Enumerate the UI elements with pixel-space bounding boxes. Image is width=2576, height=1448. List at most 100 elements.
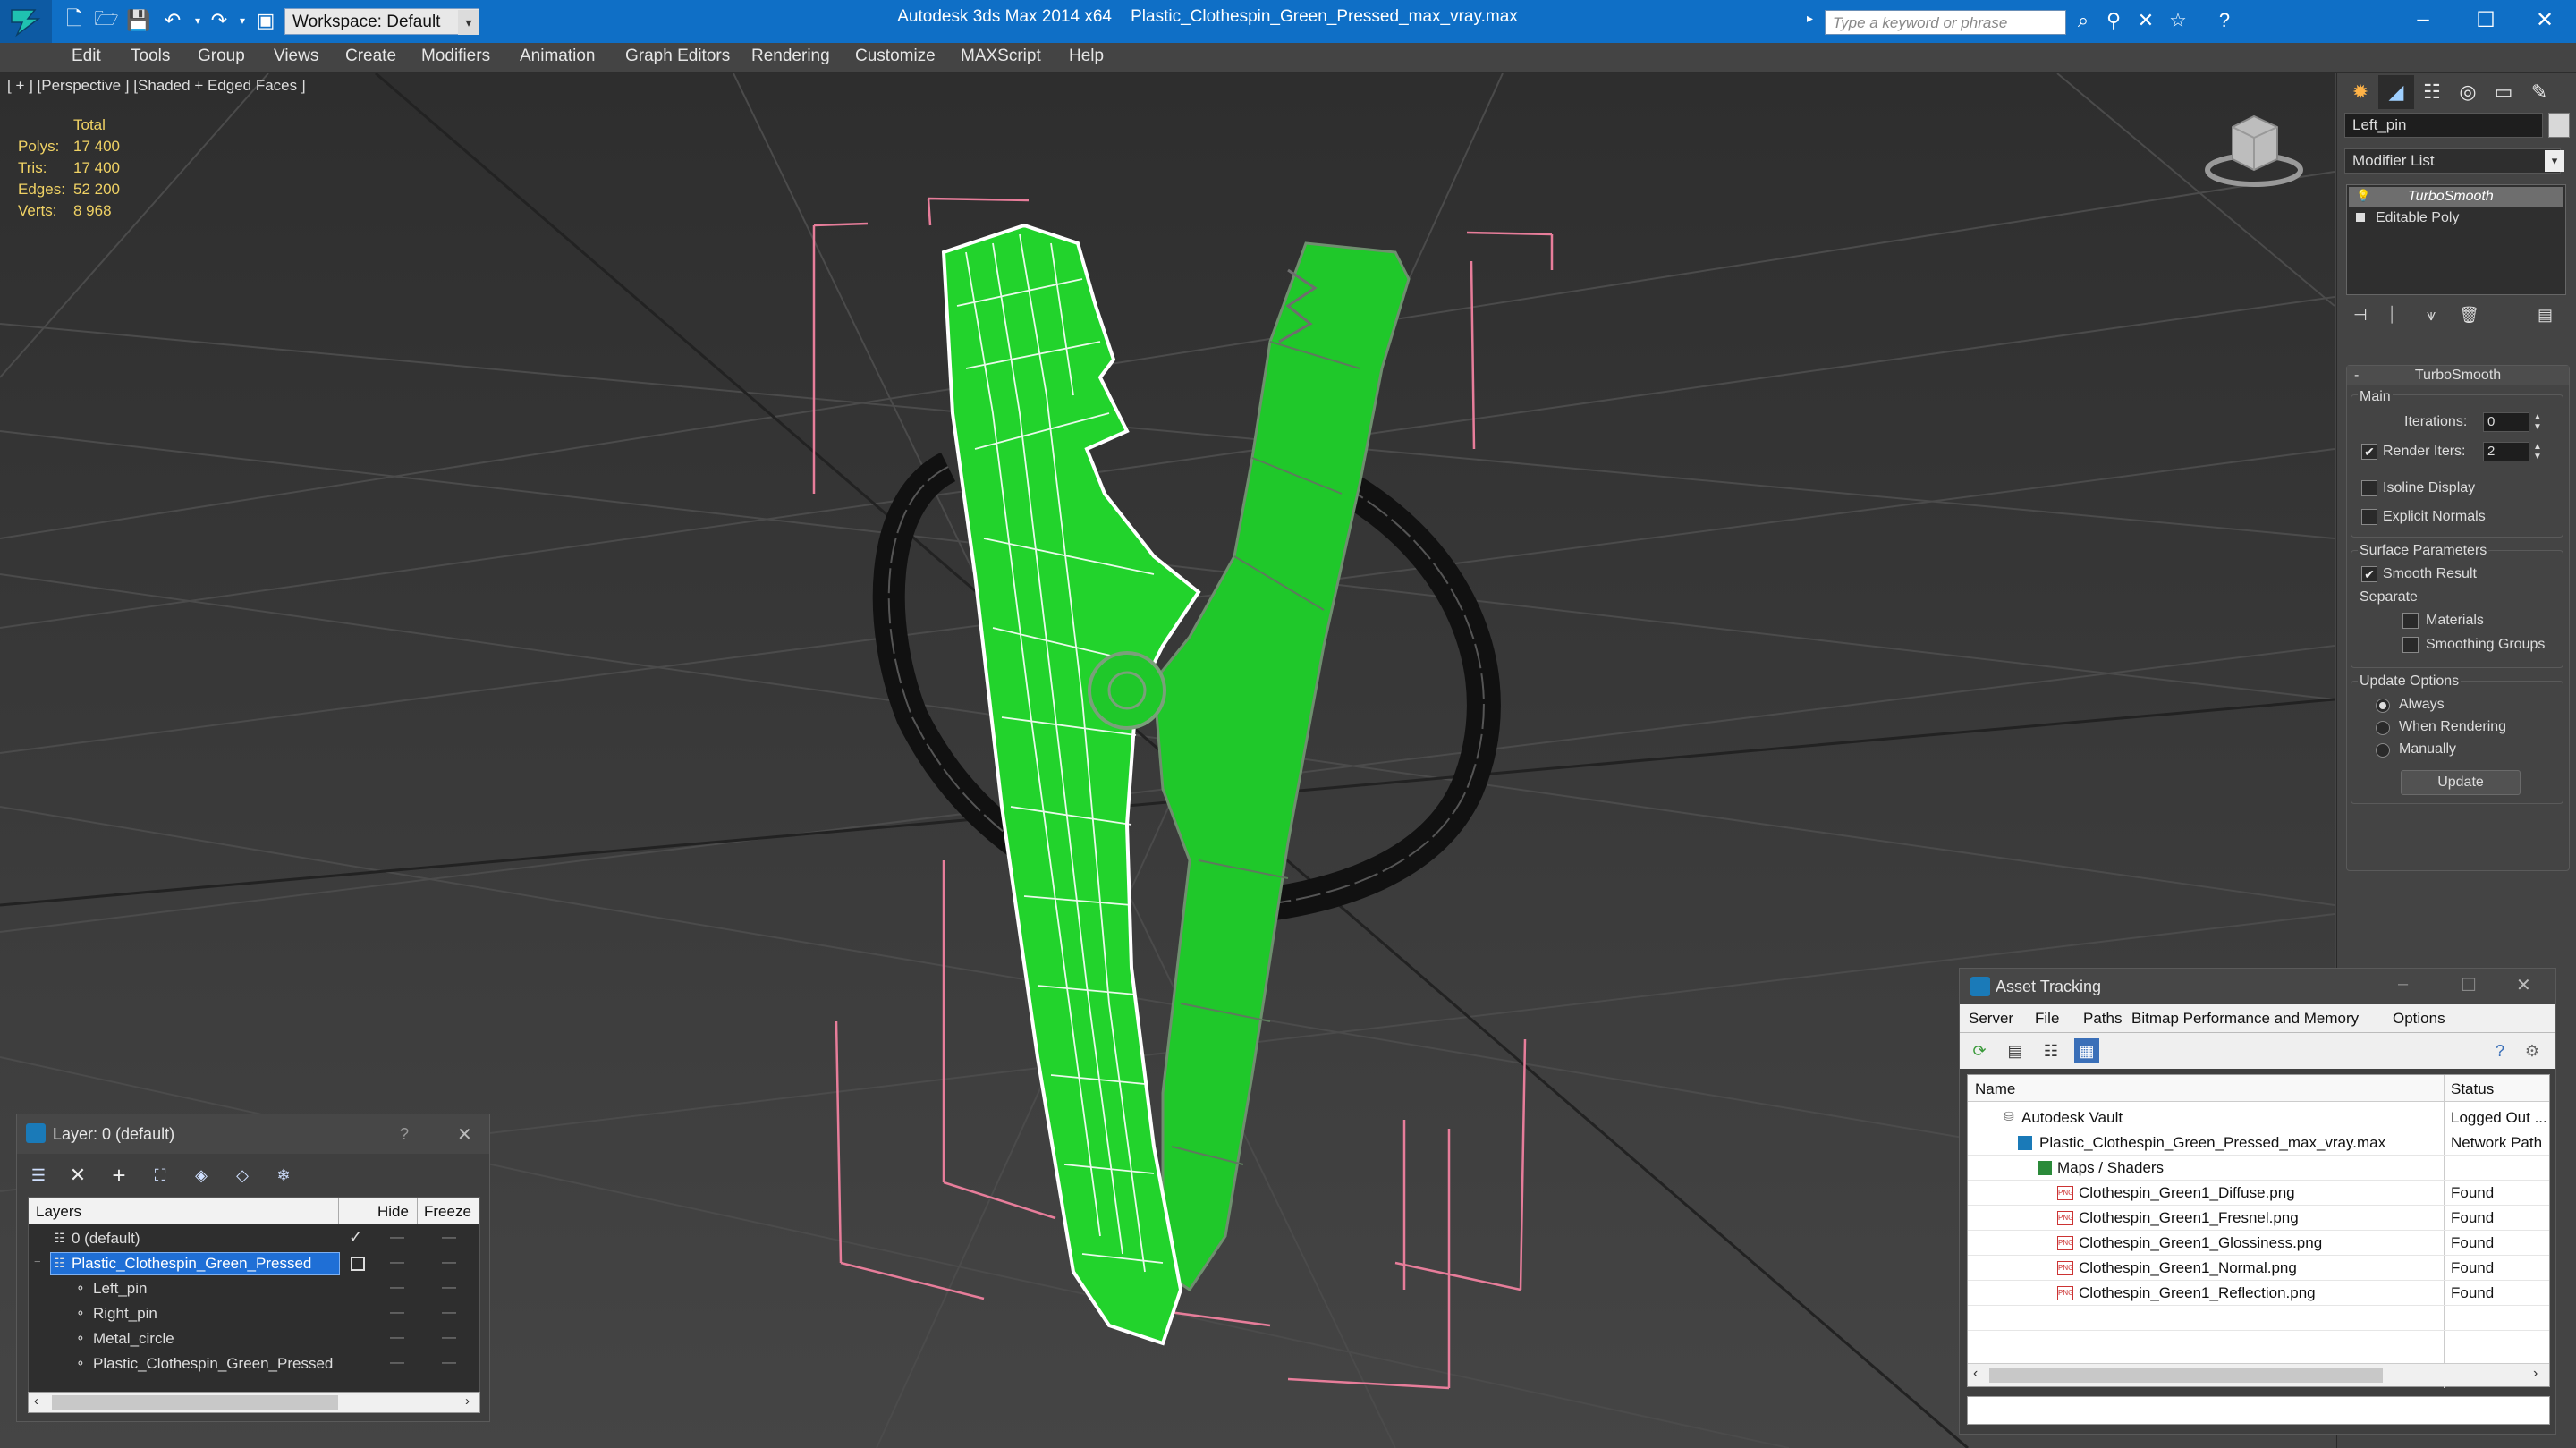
configure-sets-icon[interactable]: ▤ (2538, 306, 2553, 325)
menu-maxscript[interactable]: MAXScript (961, 47, 1041, 70)
search-expand-icon[interactable]: ▸ (1807, 11, 1823, 34)
maximize-icon[interactable]: ☐ (2461, 974, 2477, 996)
freeze-toggle[interactable]: — (442, 1305, 456, 1321)
asset-path-field[interactable] (1967, 1396, 2550, 1425)
menu-bitmap-performance[interactable]: Bitmap Performance and Memory (2131, 1010, 2359, 1028)
menu-rendering[interactable]: Rendering (751, 47, 830, 70)
menu-tools[interactable]: Tools (131, 47, 170, 70)
minimize-icon[interactable]: – (2392, 0, 2454, 39)
horizontal-scrollbar[interactable]: ‹ › (1968, 1363, 2549, 1386)
stack-item-turbosmooth[interactable]: 💡 TurboSmooth (2349, 187, 2563, 207)
utilities-tab-icon[interactable]: ✎ (2521, 75, 2557, 109)
freeze-toggle[interactable]: — (442, 1230, 456, 1246)
open-file-icon[interactable]: 🗁 (94, 7, 118, 32)
asset-dialog-titlebar[interactable]: Asset Tracking – ☐ ✕ (1960, 969, 2555, 1004)
freeze-all-icon[interactable]: ❄ (271, 1163, 296, 1188)
table-row[interactable]: PNG Clothespin_Green1_Diffuse.png Found (1968, 1181, 2549, 1206)
new-file-icon[interactable]: 🗋 (63, 7, 86, 32)
spinner-arrows-icon[interactable]: ▲ ▼ (2533, 412, 2542, 432)
help-icon[interactable]: ? (400, 1125, 409, 1144)
layer-dialog-titlebar[interactable]: Layer: 0 (default) ? ✕ (17, 1114, 489, 1154)
viewport-label[interactable]: [ + ] [Perspective ] [Shaded + Edged Fac… (7, 77, 306, 95)
favorites-star-icon[interactable]: ☆ (2166, 9, 2190, 32)
spinner-arrows-icon[interactable]: ▲ ▼ (2533, 442, 2542, 461)
render-iters-checkbox[interactable]: ✔ (2361, 444, 2377, 460)
col-hide[interactable]: Hide (377, 1203, 409, 1221)
refresh-icon[interactable]: ⟳ (1967, 1038, 1992, 1063)
close-icon[interactable]: ✕ (457, 1123, 472, 1146)
scrollbar-thumb[interactable] (52, 1395, 338, 1410)
freeze-toggle[interactable]: — (442, 1355, 456, 1371)
explicit-normals-checkbox[interactable] (2361, 509, 2377, 525)
modifier-list-dropdown[interactable]: Modifier List (2344, 148, 2561, 174)
table-view-icon[interactable]: ▦ (2074, 1038, 2099, 1063)
scroll-left-icon[interactable]: ‹ (34, 1393, 38, 1409)
col-status[interactable]: Status (2451, 1080, 2494, 1098)
collapse-icon[interactable]: − (34, 1255, 41, 1268)
create-layer-icon[interactable]: ☰ (26, 1163, 51, 1188)
chevron-down-icon[interactable]: ▾ (2545, 150, 2564, 172)
freeze-toggle[interactable]: — (442, 1280, 456, 1296)
iterations-spinner[interactable]: 0 (2483, 412, 2529, 432)
hierarchy-tab-icon[interactable]: ☷ (2414, 75, 2450, 109)
menu-file[interactable]: File (2035, 1010, 2059, 1028)
menu-create[interactable]: Create (345, 47, 396, 70)
motion-tab-icon[interactable]: ◎ (2450, 75, 2486, 109)
list-view-icon[interactable]: ▤ (2003, 1038, 2028, 1063)
render-iters-spinner[interactable]: 2 (2483, 442, 2529, 461)
list-item[interactable]: ⚬ Left_pin — — (29, 1276, 479, 1301)
list-item[interactable]: ☷ 0 (default) ✓ — — (29, 1226, 479, 1251)
display-tab-icon[interactable]: ▭ (2486, 75, 2521, 109)
add-to-layer-icon[interactable]: + (106, 1162, 131, 1189)
freeze-toggle[interactable]: — (442, 1330, 456, 1346)
help-icon[interactable]: ? (2487, 1038, 2512, 1063)
hide-toggle[interactable]: — (390, 1355, 404, 1371)
hide-toggle[interactable]: — (390, 1280, 404, 1296)
save-icon[interactable]: 💾 (126, 9, 150, 32)
workspace-dropdown[interactable]: Workspace: Default ▾ (284, 8, 479, 35)
menu-group[interactable]: Group (198, 47, 245, 70)
table-row[interactable]: Maps / Shaders (1968, 1156, 2549, 1181)
redo-dropdown-icon[interactable]: ▾ (231, 9, 254, 32)
table-row[interactable]: PNG Clothespin_Green1_Reflection.png Fou… (1968, 1281, 2549, 1306)
select-objects-icon[interactable]: ⛶ (148, 1163, 173, 1188)
make-unique-icon[interactable]: ⩛ (2427, 306, 2436, 325)
hide-toggle[interactable]: — (390, 1330, 404, 1346)
freeze-toggle[interactable]: — (442, 1255, 456, 1271)
always-radio[interactable] (2376, 699, 2390, 713)
communication-icon[interactable]: ✕ (2134, 9, 2157, 32)
menu-views[interactable]: Views (274, 47, 318, 70)
menu-edit[interactable]: Edit (72, 47, 101, 70)
list-item[interactable]: ⚬ Plastic_Clothespin_Green_Pressed — — (29, 1351, 479, 1376)
help-icon[interactable]: ? (2213, 9, 2236, 32)
minimize-icon[interactable]: – (2398, 974, 2408, 995)
menu-customize[interactable]: Customize (855, 47, 936, 70)
when-rendering-radio[interactable] (2376, 721, 2390, 735)
col-freeze[interactable]: Freeze (424, 1203, 471, 1221)
table-row[interactable]: Plastic_Clothespin_Green_Pressed_max_vra… (1968, 1130, 2549, 1156)
hide-toggle[interactable]: — (390, 1305, 404, 1321)
delete-layer-icon[interactable]: ✕ (65, 1163, 90, 1188)
maximize-icon[interactable]: ☐ (2454, 0, 2517, 39)
menu-modifiers[interactable]: Modifiers (421, 47, 490, 70)
subscription-icon[interactable]: ⚲ (2102, 9, 2125, 32)
horizontal-scrollbar[interactable]: ‹ › (28, 1392, 480, 1413)
details-view-icon[interactable]: ☷ (2038, 1038, 2063, 1063)
scrollbar-thumb[interactable] (1989, 1368, 2383, 1383)
search-input[interactable]: Type a keyword or phrase (1825, 10, 2066, 35)
table-row[interactable]: PNG Clothespin_Green1_Fresnel.png Found (1968, 1206, 2549, 1231)
scroll-right-icon[interactable]: › (465, 1393, 470, 1409)
undo-icon[interactable]: ↶ (161, 9, 184, 32)
table-row[interactable]: PNG Clothespin_Green1_Glossiness.png Fou… (1968, 1231, 2549, 1256)
hide-all-icon[interactable]: ◇ (230, 1163, 255, 1188)
pin-stack-icon[interactable]: ⊣ (2353, 306, 2368, 325)
workspace-menu-icon[interactable]: ▾ (458, 10, 479, 35)
settings-icon[interactable]: ⚙ (2520, 1038, 2545, 1063)
redo-icon[interactable]: ↷ (208, 9, 231, 32)
app-logo-icon[interactable] (0, 0, 52, 43)
materials-checkbox[interactable] (2402, 613, 2419, 629)
smoothing-groups-checkbox[interactable] (2402, 637, 2419, 653)
modify-tab-icon[interactable]: ◢ (2378, 75, 2414, 109)
table-row[interactable]: ⛁ Autodesk Vault Logged Out ... (1968, 1105, 2549, 1130)
expand-icon[interactable] (2356, 213, 2365, 222)
